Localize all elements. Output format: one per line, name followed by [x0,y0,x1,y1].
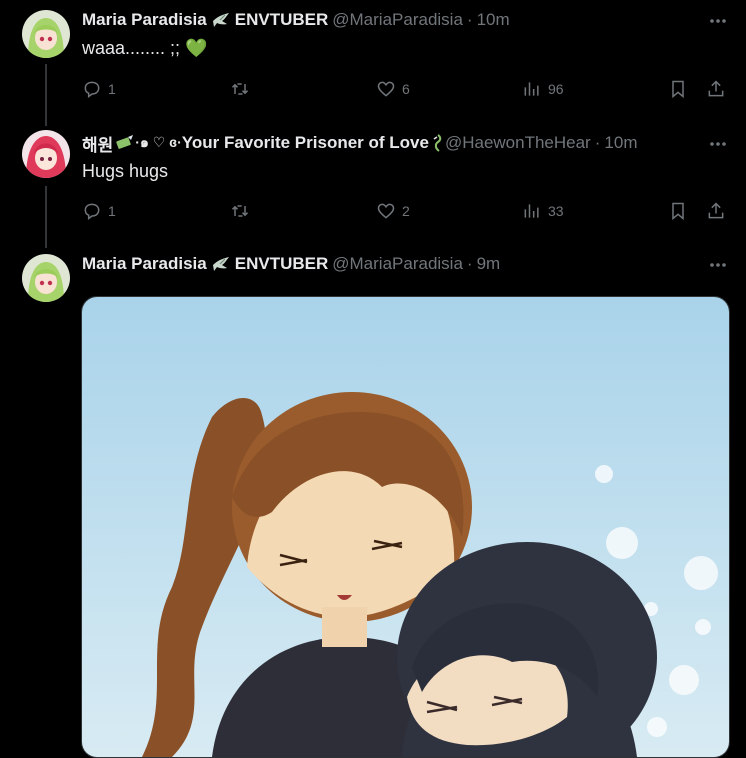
thread-line [45,186,47,248]
action-bar: 1 6 96 [82,77,728,101]
tweet-media-image[interactable] [81,296,730,758]
like-count: 2 [402,203,410,219]
tweet-text: Hugs hugs [82,161,169,181]
views-button[interactable]: 96 [522,77,564,101]
heart-icon [377,81,395,97]
heart-icon [377,203,395,219]
display-name[interactable]: Maria Paradisia [82,10,207,30]
bookmark-icon [672,80,684,99]
share-icon [708,80,724,97]
retweet-icon [231,205,249,217]
action-bar: 1 2 33 [82,199,728,223]
display-name[interactable]: Your Favorite Prisoner of Love [182,133,429,153]
like-button[interactable]: 2 [376,199,410,223]
reply-count: 1 [108,81,116,97]
more-options-icon[interactable] [708,255,728,275]
retweet-icon [231,83,249,95]
like-count: 6 [402,81,410,97]
reply-icon [84,203,100,220]
share-icon [708,202,724,219]
money-wings-icon [116,135,134,149]
tweet-header: 해원 ·๑ ♡ ɞ· Your Favorite Prisoner of Lov… [82,132,746,154]
tweet-header: Maria Paradisia ENVTUBER @MariaParadisia… [82,253,746,275]
chain-icon [433,134,442,152]
more-options-icon[interactable] [708,11,728,31]
tweet-2[interactable]: 해원 ·๑ ♡ ɞ· Your Favorite Prisoner of Lov… [0,122,746,248]
separator-dot: · [594,133,601,152]
view-count: 96 [548,81,564,97]
timestamp[interactable]: 9m [477,254,501,274]
separator-dot: · [466,254,473,273]
avatar[interactable] [22,130,70,178]
like-button[interactable]: 6 [376,77,410,101]
display-name-badge[interactable]: ENVTUBER [235,10,329,30]
timestamp[interactable]: 10m [604,133,637,153]
tweet-header: Maria Paradisia ENVTUBER @MariaParadisia… [82,9,746,31]
reply-count: 1 [108,203,116,219]
display-name-prefix[interactable]: 해원 [82,132,113,155]
timestamp[interactable]: 10m [477,10,510,30]
separator-dot: · [466,10,473,29]
display-name-badge[interactable]: ENVTUBER [235,254,329,274]
avatar[interactable] [22,10,70,58]
display-name-decoration[interactable]: ·๑ ♡ ɞ· [135,132,181,154]
analytics-icon [524,204,539,218]
user-handle[interactable]: @HaewonTheHear [445,133,591,153]
anime-illustration [82,297,729,757]
tweet-1[interactable]: Maria Paradisia ENVTUBER @MariaParadisia… [0,0,746,126]
green-heart-emoji: 💚 [185,38,208,58]
share-button[interactable] [706,77,726,101]
bookmark-icon [672,202,684,221]
bookmark-button[interactable] [668,199,688,223]
analytics-icon [524,82,539,96]
bookmark-button[interactable] [668,77,688,101]
display-name[interactable]: Maria Paradisia [82,254,207,274]
dove-icon [212,257,229,271]
views-button[interactable]: 33 [522,199,564,223]
thread-line [45,64,47,126]
view-count: 33 [548,203,564,219]
reply-button[interactable]: 1 [82,77,116,101]
avatar[interactable] [22,254,70,302]
share-button[interactable] [706,199,726,223]
user-handle[interactable]: @MariaParadisia [332,10,463,30]
dove-icon [212,13,229,27]
tweet-text: waaa........ ;; 💚 [82,38,208,58]
more-options-icon[interactable] [708,134,728,154]
reply-icon [84,81,100,98]
retweet-button[interactable] [230,77,256,101]
user-handle[interactable]: @MariaParadisia [332,254,463,274]
retweet-button[interactable] [230,199,256,223]
reply-button[interactable]: 1 [82,199,116,223]
